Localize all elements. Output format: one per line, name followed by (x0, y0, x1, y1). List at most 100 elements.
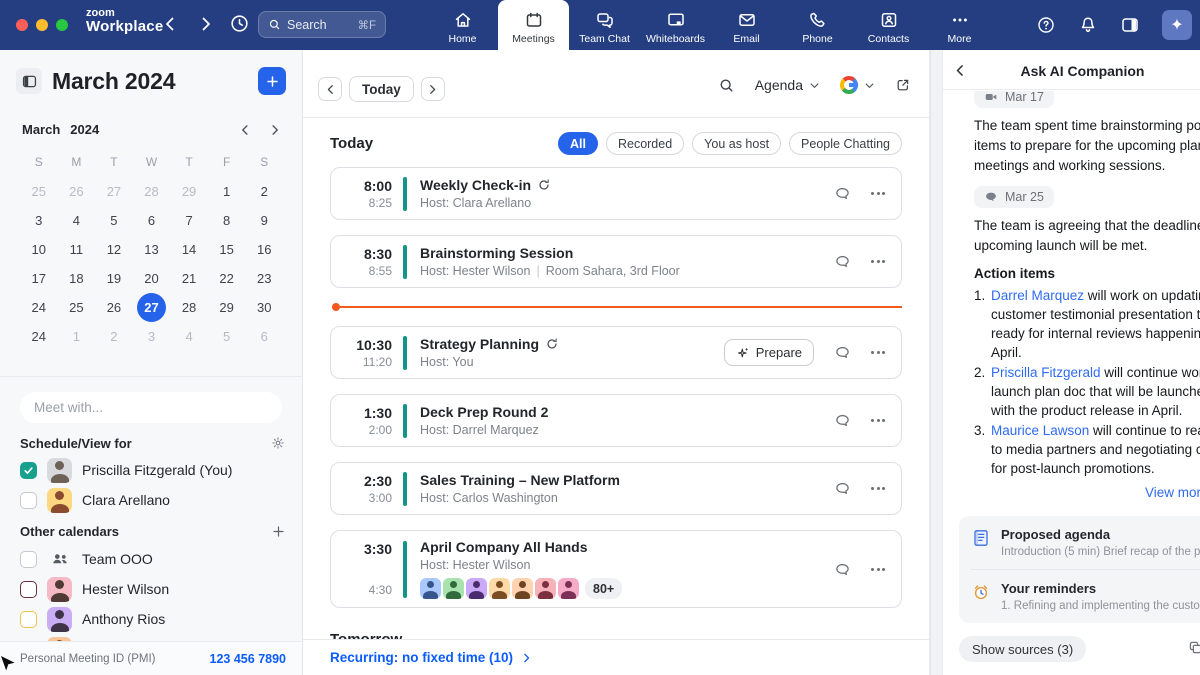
calendar-day[interactable]: 26 (58, 180, 96, 202)
add-calendar-icon[interactable] (271, 524, 286, 539)
calendar-day[interactable]: 1 (58, 325, 96, 347)
meeting-more-icon[interactable] (871, 419, 885, 422)
meeting-card[interactable]: 3:304:30April Company All HandsHost: Hes… (330, 530, 902, 608)
meeting-more-icon[interactable] (871, 260, 885, 263)
calendar-day[interactable]: 10 (20, 238, 58, 260)
meet-with-input[interactable] (20, 392, 282, 423)
calendar-day[interactable]: 2 (95, 325, 133, 347)
history-icon[interactable] (229, 13, 250, 34)
meeting-more-icon[interactable] (871, 192, 885, 195)
prev-month-icon[interactable] (239, 123, 251, 137)
copy-icon[interactable] (1187, 639, 1200, 656)
meeting-date-chip[interactable]: Mar 25 (974, 186, 1054, 208)
calendar-day[interactable]: 15 (208, 238, 246, 260)
filter-pill-people-chatting[interactable]: People Chatting (789, 132, 902, 155)
calendar-day[interactable]: 3 (20, 209, 58, 231)
calendar-day[interactable]: 4 (58, 209, 96, 231)
meeting-more-icon[interactable] (871, 568, 885, 571)
calendar-day[interactable]: 2 (245, 180, 283, 202)
calendar-day[interactable]: 24 (20, 296, 58, 318)
next-day-button[interactable] (421, 77, 445, 101)
calendar-day[interactable]: 22 (208, 267, 246, 289)
calendar-day[interactable]: 12 (95, 238, 133, 260)
filter-pill-all[interactable]: All (558, 132, 598, 155)
calendar-day[interactable]: 19 (95, 267, 133, 289)
person-name-link[interactable]: Priscilla Fitzgerald (991, 365, 1101, 380)
notifications-bell-icon[interactable] (1078, 15, 1098, 35)
person-name-link[interactable]: Maurice Lawson (991, 423, 1089, 438)
tab-more[interactable]: More (924, 0, 995, 50)
recurring-meetings-link[interactable]: Recurring: no fixed time (10) (330, 650, 532, 665)
maximize-window-button[interactable] (56, 19, 68, 31)
google-account-dropdown[interactable] (840, 76, 875, 94)
meeting-chat-icon[interactable] (834, 480, 851, 497)
attendee-overflow-count[interactable]: 80+ (585, 578, 622, 599)
calendar-person-row[interactable]: Priscilla Fitzgerald (You) (20, 455, 286, 485)
calendar-day[interactable]: 13 (133, 238, 171, 260)
calendar-day[interactable]: 24 (20, 325, 58, 347)
calendar-day[interactable]: 29 (170, 180, 208, 202)
close-window-button[interactable] (16, 19, 28, 31)
pmi-number[interactable]: 123 456 7890 (210, 652, 286, 666)
tab-phone[interactable]: Phone (782, 0, 853, 50)
meeting-chat-icon[interactable] (834, 185, 851, 202)
calendar-person-row[interactable]: Clara Arellano (20, 485, 286, 515)
calendar-day[interactable]: 9 (245, 209, 283, 231)
meeting-more-icon[interactable] (871, 351, 885, 354)
calendar-checkbox[interactable] (20, 581, 37, 598)
meeting-card[interactable]: 8:008:25Weekly Check-inHost: Clara Arell… (330, 167, 902, 220)
calendar-day[interactable]: 8 (208, 209, 246, 231)
window-controls[interactable] (16, 19, 68, 31)
calendar-day[interactable]: 30 (245, 296, 283, 318)
open-external-icon[interactable] (895, 77, 911, 93)
nav-forward-button[interactable] (198, 15, 214, 33)
calendar-person-row[interactable]: Hester Wilson (20, 574, 286, 604)
meeting-card[interactable]: 10:3011:20Strategy PlanningHost: YouPrep… (330, 326, 902, 379)
meeting-date-chip[interactable]: Mar 17 (974, 91, 1054, 108)
calendar-day[interactable]: 4 (170, 325, 208, 347)
meeting-card[interactable]: 2:303:00Sales Training – New PlatformHos… (330, 462, 902, 515)
ai-suggestion-row[interactable]: Proposed agendaIntroduction (5 min) Brie… (959, 516, 1200, 569)
meeting-card[interactable]: 8:308:55Brainstorming SessionHost: Heste… (330, 235, 902, 288)
ai-companion-button[interactable]: ✦ (1162, 10, 1192, 40)
tab-email[interactable]: Email (711, 0, 782, 50)
calendar-checkbox[interactable] (20, 551, 37, 568)
calendar-day[interactable]: 20 (133, 267, 171, 289)
meeting-chat-icon[interactable] (834, 561, 851, 578)
minimize-window-button[interactable] (36, 19, 48, 31)
calendar-day[interactable]: 6 (133, 209, 171, 231)
calendar-person-row[interactable]: Team OOO (20, 544, 286, 574)
prepare-button[interactable]: Prepare (724, 339, 814, 366)
calendar-checkbox[interactable] (20, 462, 37, 479)
calendar-day[interactable]: 28 (170, 296, 208, 318)
global-search-input[interactable]: Search ⌘F (258, 11, 386, 38)
prev-day-button[interactable] (318, 77, 342, 101)
tab-meetings[interactable]: Meetings (498, 0, 569, 50)
calendar-day[interactable]: 6 (245, 325, 283, 347)
tab-contacts[interactable]: Contacts (853, 0, 924, 50)
filter-pill-recorded[interactable]: Recorded (606, 132, 684, 155)
calendar-person-row[interactable]: Anthony Rios (20, 604, 286, 634)
search-meetings-icon[interactable] (718, 77, 735, 94)
calendar-day[interactable]: 1 (208, 180, 246, 202)
meeting-chat-icon[interactable] (834, 344, 851, 361)
calendar-day[interactable]: 21 (170, 267, 208, 289)
calendar-day[interactable]: 5 (208, 325, 246, 347)
calendar-day[interactable]: 11 (58, 238, 96, 260)
calendar-day[interactable]: 26 (95, 296, 133, 318)
calendar-checkbox[interactable] (20, 492, 37, 509)
calendar-day[interactable]: 17 (20, 267, 58, 289)
meeting-chat-icon[interactable] (834, 412, 851, 429)
calendar-day[interactable]: 27 (95, 180, 133, 202)
meeting-chat-icon[interactable] (834, 253, 851, 270)
calendar-day-selected[interactable]: 27 (133, 296, 171, 318)
ai-suggestion-row[interactable]: Your reminders1. Refining and implementi… (959, 570, 1200, 623)
calendar-day[interactable]: 25 (58, 296, 96, 318)
nav-back-button[interactable] (162, 15, 178, 33)
calendar-checkbox[interactable] (20, 611, 37, 628)
calendar-day[interactable]: 7 (170, 209, 208, 231)
meeting-card[interactable]: 1:302:00Deck Prep Round 2Host: Darrel Ma… (330, 394, 902, 447)
tab-team-chat[interactable]: Team Chat (569, 0, 640, 50)
view-more-link[interactable]: View more (1145, 485, 1200, 500)
calendar-day[interactable]: 16 (245, 238, 283, 260)
